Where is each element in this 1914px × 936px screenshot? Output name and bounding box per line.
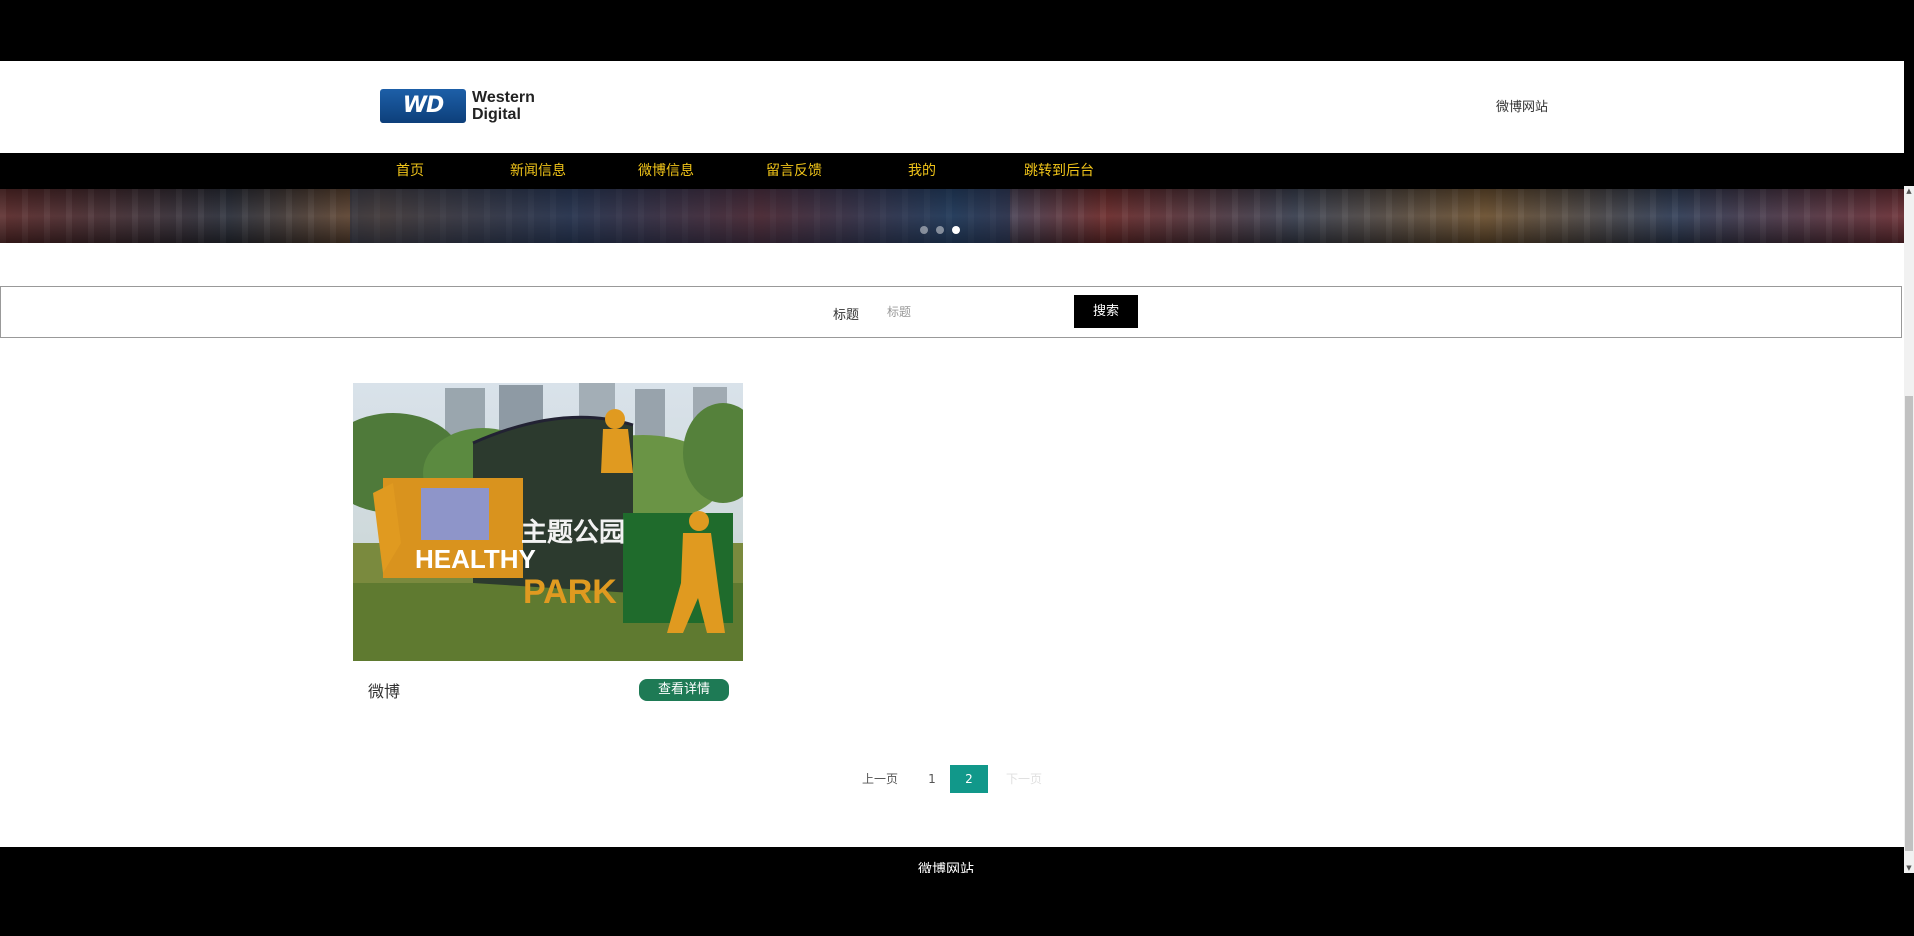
banner-carousel[interactable] [0,189,1904,243]
prev-page-link[interactable]: 上一页 [852,765,908,793]
banner-image [350,189,1010,243]
page: WD Western Digital 微博网站 首页 新闻信息 微博信息 留言反… [0,61,1904,873]
header: WD Western Digital 微博网站 [0,61,1904,153]
next-page-link[interactable]: 下一页 [996,765,1052,793]
logo-badge: WD [380,89,466,123]
sign-text-park: PARK [523,573,617,611]
page-scrollbar[interactable]: ▲ ▼ [1904,186,1914,873]
carousel-dot[interactable] [936,226,944,234]
search-label: 标题 [833,308,860,323]
search-bar: 标题 搜索 [0,286,1902,338]
nav-item-home[interactable]: 首页 [380,153,440,189]
carousel-dot[interactable] [920,226,928,234]
nav-item-admin[interactable]: 跳转到后台 [1004,153,1114,189]
scroll-down-icon[interactable]: ▼ [1904,863,1914,873]
page-link-2-active[interactable]: 2 [950,765,988,793]
card-image[interactable]: HEALTHY PARK 主题公园 [353,383,743,661]
nav-item-feedback[interactable]: 留言反馈 [754,153,834,189]
nav-item-mine[interactable]: 我的 [892,153,952,189]
western-digital-logo[interactable]: WD Western Digital [380,89,570,125]
page-link-1[interactable]: 1 [918,765,946,793]
sign-text-cn: 主题公园 [521,518,625,548]
site-title: 微博网站 [1496,100,1549,115]
carousel-dot-active[interactable] [952,226,960,234]
scrollbar-thumb[interactable] [1905,396,1913,851]
nav-item-news[interactable]: 新闻信息 [498,153,578,189]
healthy-park-photo: HEALTHY PARK 主题公园 [353,383,743,661]
search-button[interactable]: 搜索 [1074,295,1138,328]
logo-line-1: Western [472,89,535,106]
pagination: 上一页 1 2 下一页 [0,765,1904,795]
main-nav: 首页 新闻信息 微博信息 留言反馈 我的 跳转到后台 [0,153,1904,189]
carousel-dots [920,219,968,234]
logo-line-2: Digital [472,106,521,123]
scroll-up-icon[interactable]: ▲ [1904,186,1914,196]
nav-item-weibo[interactable]: 微博信息 [626,153,706,189]
search-input[interactable] [875,297,1065,327]
footer-text: 微博网站 [918,862,974,873]
weibo-card: HEALTHY PARK 主题公园 微博 查看详情 [353,383,743,701]
logo-text: Western Digital [472,89,572,123]
card-title: 微博 [368,682,401,701]
footer: 微博网站 [0,847,1904,873]
sign-text-healthy: HEALTHY [415,544,536,574]
view-details-button[interactable]: 查看详情 [639,679,729,701]
